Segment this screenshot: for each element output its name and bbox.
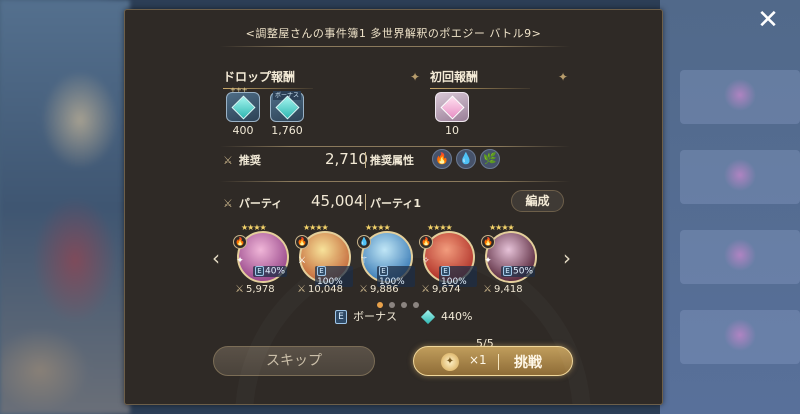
party-member-card[interactable]: ★★★★ 💧 ⚚ E100% ⚔ 9,886 xyxy=(357,223,415,295)
chevron-right-icon[interactable]: › xyxy=(563,246,571,270)
background-slot xyxy=(680,150,800,204)
quest-title: <調整屋さんの事件簿1 多世界解釈のポエジー バトル9> xyxy=(245,27,542,40)
e-bonus-percent: E100% xyxy=(439,266,477,287)
close-x-icon[interactable]: ✕ xyxy=(754,6,782,34)
element-icon: 🔥 xyxy=(481,235,495,249)
member-power: ⚔ 9,886 xyxy=(359,284,399,295)
element-icon: 🔥 xyxy=(233,235,247,249)
battle-info-panel: <調整屋さんの事件簿1 多世界解釈のポエジー バトル9> ドロップ報酬 ✦ 初回… xyxy=(124,9,663,405)
chevron-left-icon[interactable]: ‹ xyxy=(212,246,220,270)
wood-attribute-icon: 🌿 xyxy=(480,149,500,169)
member-power: ⚔ 9,418 xyxy=(483,284,523,295)
e-bonus-percent: E100% xyxy=(377,266,415,287)
element-icon: 🔥 xyxy=(295,235,309,249)
drop-reward-item-bonus[interactable]: ボーナス 1,760 xyxy=(267,91,307,137)
ticket-coin-icon xyxy=(489,353,503,367)
drop-reward-item[interactable]: +++ 400 xyxy=(223,86,263,137)
crossed-swords-icon: ⚔ xyxy=(223,154,233,167)
page-dot[interactable] xyxy=(389,302,395,308)
member-power: ⚔ 5,978 xyxy=(235,284,275,295)
party-member-card[interactable]: ★★★★ 🔥 ⚔ E100% ⚔ 10,048 xyxy=(295,223,353,295)
challenge-button[interactable]: ✦ ×1 挑戦 xyxy=(413,346,573,376)
bonus-label: ボーナス xyxy=(353,310,397,323)
party-member-card[interactable]: ★★★★ 🔥 ✦ E 40% ⚔ 5,978 xyxy=(233,223,291,295)
background-slot xyxy=(680,310,800,364)
e-bonus-percent: E100% xyxy=(315,266,353,287)
plus-tag: +++ xyxy=(230,86,248,94)
party-name: パーティ1 xyxy=(370,197,421,210)
recommend-power: 2,710 xyxy=(325,150,368,168)
crossed-swords-icon: ⚔ xyxy=(223,197,233,210)
challenge-multiplier: ×1 xyxy=(469,353,487,367)
party-member-card[interactable]: ★★★★ 🔥 ✧ E100% ⚔ 9,674 xyxy=(419,223,477,295)
element-icon: 🔥 xyxy=(419,235,433,249)
skip-button[interactable]: スキップ xyxy=(213,346,375,376)
member-power: ⚔ 10,048 xyxy=(297,284,343,295)
crystal-icon: ボーナス xyxy=(270,91,304,122)
separator xyxy=(498,354,499,370)
page-dot[interactable] xyxy=(377,302,383,308)
recommend-attr-label: 推奨属性 xyxy=(370,154,414,167)
coin-icon: ✦ xyxy=(441,353,459,371)
party-label: ⚔ パーティ xyxy=(223,197,283,210)
background-slot xyxy=(680,70,800,124)
section-divider xyxy=(220,181,570,182)
reward-quantity: 1,760 xyxy=(271,124,303,137)
party-power: 45,004 xyxy=(311,192,364,210)
class-icon: ✦ xyxy=(484,256,492,266)
bonus-summary: E ボーナス 440% xyxy=(335,308,473,325)
page-dot[interactable] xyxy=(401,302,407,308)
party-member-card[interactable]: ★★★★ 🔥 ✦ E 50% ⚔ 9,418 xyxy=(481,223,539,295)
fire-attribute-icon: 🔥 xyxy=(432,149,452,169)
member-power: ⚔ 9,674 xyxy=(421,284,461,295)
sparkle-icon: ✦ xyxy=(410,70,421,84)
first-reward-item[interactable]: 10 xyxy=(432,92,472,137)
pink-crystal-icon xyxy=(435,92,469,122)
first-rewards-label: 初回報酬 xyxy=(430,68,530,89)
challenge-label: 挑戦 xyxy=(514,355,542,371)
page-indicator xyxy=(377,293,425,312)
e-bonus-icon: E xyxy=(335,310,347,324)
e-bonus-percent: E 50% xyxy=(501,266,536,277)
class-icon: ⚔ xyxy=(297,256,307,266)
crystal-icon: +++ xyxy=(226,86,260,122)
reward-quantity: 400 xyxy=(232,124,254,137)
recommend-label: ⚔ 推奨 xyxy=(223,154,261,167)
bonus-value: 440% xyxy=(441,310,473,323)
background-slot xyxy=(680,230,800,284)
section-divider xyxy=(220,146,570,147)
ticket-count: 5/5 xyxy=(476,337,494,350)
element-icon: 💧 xyxy=(357,235,371,249)
class-icon: ✦ xyxy=(236,256,244,266)
water-attribute-icon: 💧 xyxy=(456,149,476,169)
edit-party-button[interactable]: 編成 xyxy=(511,190,564,212)
class-icon: ✧ xyxy=(422,256,430,266)
crystal-icon xyxy=(420,309,436,325)
sparkle-icon: ✦ xyxy=(558,70,569,84)
e-bonus-percent: E 40% xyxy=(253,266,288,277)
separator xyxy=(365,152,366,168)
reward-quantity: 10 xyxy=(445,124,459,137)
page-dot[interactable] xyxy=(413,302,419,308)
title-divider xyxy=(220,46,570,47)
separator xyxy=(365,194,366,210)
background-right-blur xyxy=(660,0,800,414)
background-left-blur xyxy=(0,0,130,414)
class-icon: ⚚ xyxy=(359,256,369,266)
